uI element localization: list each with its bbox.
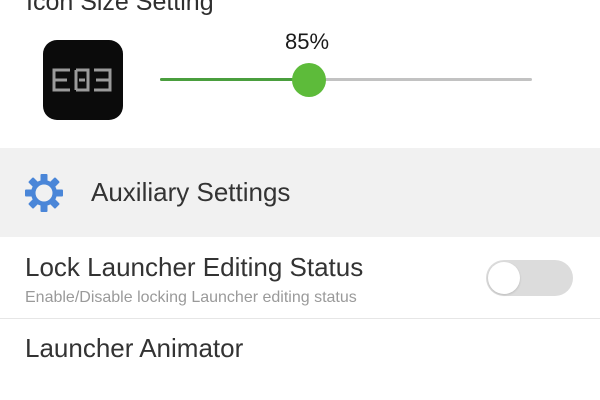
icon-size-slider[interactable] — [160, 62, 532, 98]
lock-launcher-editing-title: Lock Launcher Editing Status — [25, 252, 364, 282]
auxiliary-settings-title: Auxiliary Settings — [91, 177, 291, 207]
launcher-animator-row[interactable]: Launcher Animator — [0, 319, 600, 400]
launcher-settings-screen: Icon Size Setting 85% Auxiliary Settings… — [0, 0, 600, 400]
lock-launcher-editing-toggle[interactable] — [486, 260, 573, 296]
elephone-logo — [52, 68, 112, 92]
lock-launcher-editing-subtitle: Enable/Disable locking Launcher editing … — [25, 289, 357, 306]
elephone-app-icon — [43, 40, 123, 120]
gear-icon — [25, 174, 63, 212]
launcher-animator-title: Launcher Animator — [25, 333, 244, 363]
icon-size-section-title: Icon Size Setting — [26, 0, 214, 16]
slider-fill — [160, 78, 309, 81]
lock-launcher-editing-row[interactable]: Lock Launcher Editing Status Enable/Disa… — [0, 237, 600, 319]
slider-thumb[interactable] — [291, 63, 326, 97]
icon-size-value-label: 85% — [284, 29, 330, 54]
auxiliary-settings-header: Auxiliary Settings — [0, 148, 600, 237]
toggle-knob — [488, 262, 520, 294]
